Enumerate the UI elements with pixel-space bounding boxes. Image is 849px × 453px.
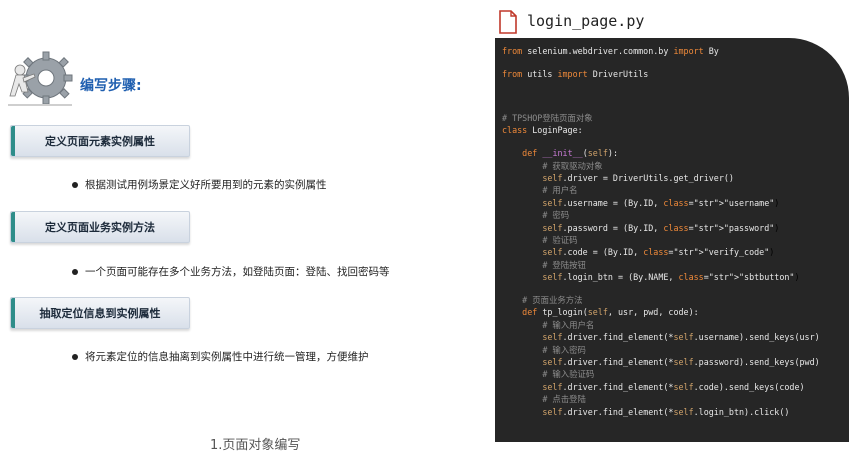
- section-title-2-label: 定义页面业务实例方法: [45, 221, 155, 234]
- code-line: # 登陆按钮: [502, 259, 586, 270]
- code-panel: from selenium.webdriver.common.by import…: [495, 38, 849, 442]
- code-line: self.driver.find_element(*self.code).sen…: [542, 381, 805, 392]
- code-line: # 获取驱动对象: [502, 160, 603, 171]
- code-line: self.password = (By.ID, class="str">"pas…: [542, 222, 780, 233]
- gear-figure-icon: [8, 51, 73, 106]
- section-title-3: 抽取定位信息到实例属性: [10, 297, 190, 329]
- code-line: # 输入验证码: [502, 369, 595, 380]
- bullet-dot: [72, 181, 78, 188]
- code-line: def __init__(self):: [522, 148, 619, 159]
- bullet-dot: [72, 353, 78, 360]
- code-line: # 密码: [502, 210, 570, 221]
- code-line: from selenium.webdriver.common.by import…: [502, 46, 719, 56]
- section-title-2: 定义页面业务实例方法: [10, 211, 190, 243]
- code-line: self.login_btn = (By.NAME, class="str">"…: [542, 272, 800, 283]
- code-line: # 用户名: [502, 185, 578, 196]
- code-line: # 页面业务方法: [502, 295, 583, 305]
- steps-title: 编写步骤:: [80, 78, 142, 94]
- code-line: self.driver = DriverUtils.get_driver(): [542, 172, 734, 183]
- bullet-2-text: 一个页面可能存在多个业务方法，如登陆页面：登陆、找回密码等: [85, 266, 390, 278]
- bullet-dot: [72, 268, 78, 275]
- code-line: # 验证码: [502, 234, 578, 245]
- footer-heading-partial: 1.页面对象编写: [210, 438, 301, 453]
- bullet-1-text: 根据测试用例场景定义好所要用到的元素的实例属性: [85, 179, 327, 191]
- section-title-3-label: 抽取定位信息到实例属性: [39, 307, 161, 320]
- bullet-1: 根据测试用例场景定义好所要用到的元素的实例属性: [72, 177, 327, 192]
- section-title-1: 定义页面元素实例属性: [10, 125, 190, 157]
- code-line: def tp_login(self, usr, pwd, code):: [522, 307, 699, 318]
- code-line: self.code = (By.ID, class="str">"verify_…: [542, 247, 775, 258]
- bullet-2: 一个页面可能存在多个业务方法，如登陆页面：登陆、找回密码等: [72, 264, 390, 279]
- section-title-1-label: 定义页面元素实例属性: [45, 135, 155, 148]
- code-line: # 点击登陆: [502, 394, 586, 405]
- file-name: login_page.py: [527, 12, 645, 30]
- bullet-3: 将元素定位的信息抽离到实例属性中进行统一管理，方便维护: [72, 349, 369, 364]
- code-line: # 输入用户名: [502, 319, 595, 330]
- code-line: self.driver.find_element(*self.login_btn…: [542, 406, 790, 417]
- code-line: # TPSHOP登陆页面对象: [502, 112, 593, 123]
- bullet-3-text: 将元素定位的信息抽离到实例属性中进行统一管理，方便维护: [85, 351, 369, 363]
- code-line: # 输入密码: [502, 344, 586, 355]
- code-line: self.driver.find_element(*self.password)…: [542, 357, 820, 367]
- code-line: class LoginPage:: [502, 125, 583, 136]
- code-line: from utils import DriverUtils: [502, 68, 649, 79]
- code-line: self.username = (By.ID, class="str">"use…: [542, 197, 780, 208]
- file-icon: [499, 10, 517, 34]
- code-line: self.driver.find_element(*self.username)…: [542, 332, 820, 343]
